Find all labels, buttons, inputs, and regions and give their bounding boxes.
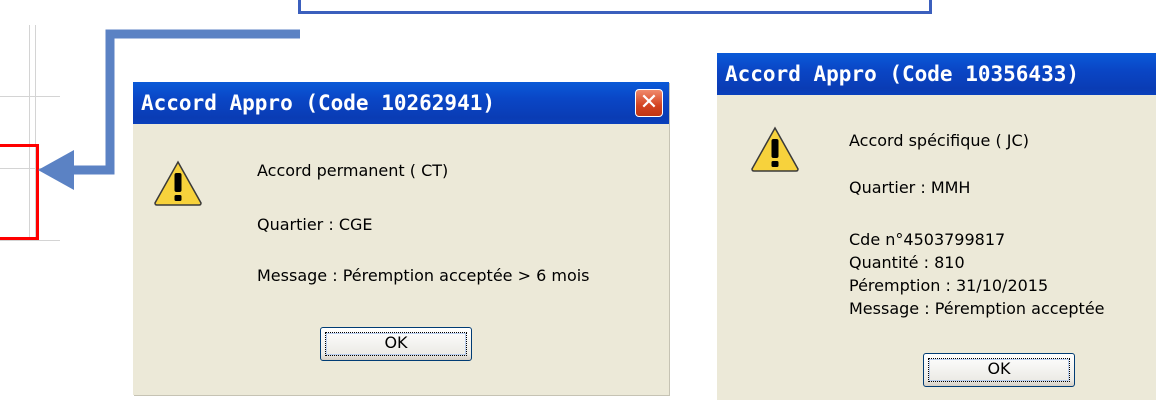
arrow-head (38, 150, 74, 190)
message-line: Quantité : 810 (849, 253, 965, 272)
message-line: Message : Péremption acceptée > 6 mois (257, 266, 590, 285)
message-line: Quartier : MMH (849, 178, 971, 197)
message-line: Péremption : 31/10/2015 (849, 276, 1049, 295)
dialog-title: Accord Appro (Code 10356433) (725, 62, 1080, 86)
callout-box (298, 0, 932, 14)
message-line: Accord spécifique ( JC) (849, 131, 1029, 150)
message-line: Quartier : CGE (257, 215, 373, 234)
message-line: Message : Péremption acceptée (849, 299, 1105, 318)
close-icon: ✕ (639, 90, 659, 115)
message-line: Accord permanent ( CT) (257, 161, 449, 180)
close-button[interactable]: ✕ (635, 89, 663, 117)
ok-label: OK (987, 359, 1011, 378)
dialog-titlebar[interactable]: Accord Appro (Code 10356433) (717, 53, 1156, 95)
grid-line (0, 240, 60, 241)
dialog-title: Accord Appro (Code 10262941) (141, 91, 496, 115)
dialog-titlebar[interactable]: Accord Appro (Code 10262941) (133, 82, 669, 124)
warning-icon (154, 160, 202, 206)
warning-icon (751, 126, 799, 172)
alert-dialog-1: Accord Appro (Code 10262941) ✕ Accord pe… (133, 82, 669, 395)
ok-button[interactable]: OK (320, 327, 472, 361)
ok-button[interactable]: OK (923, 353, 1075, 387)
alert-dialog-2: Accord Appro (Code 10356433) Accord spéc… (717, 53, 1156, 400)
ok-label: OK (384, 333, 408, 352)
message-line: Cde n°4503799817 (849, 230, 1006, 249)
